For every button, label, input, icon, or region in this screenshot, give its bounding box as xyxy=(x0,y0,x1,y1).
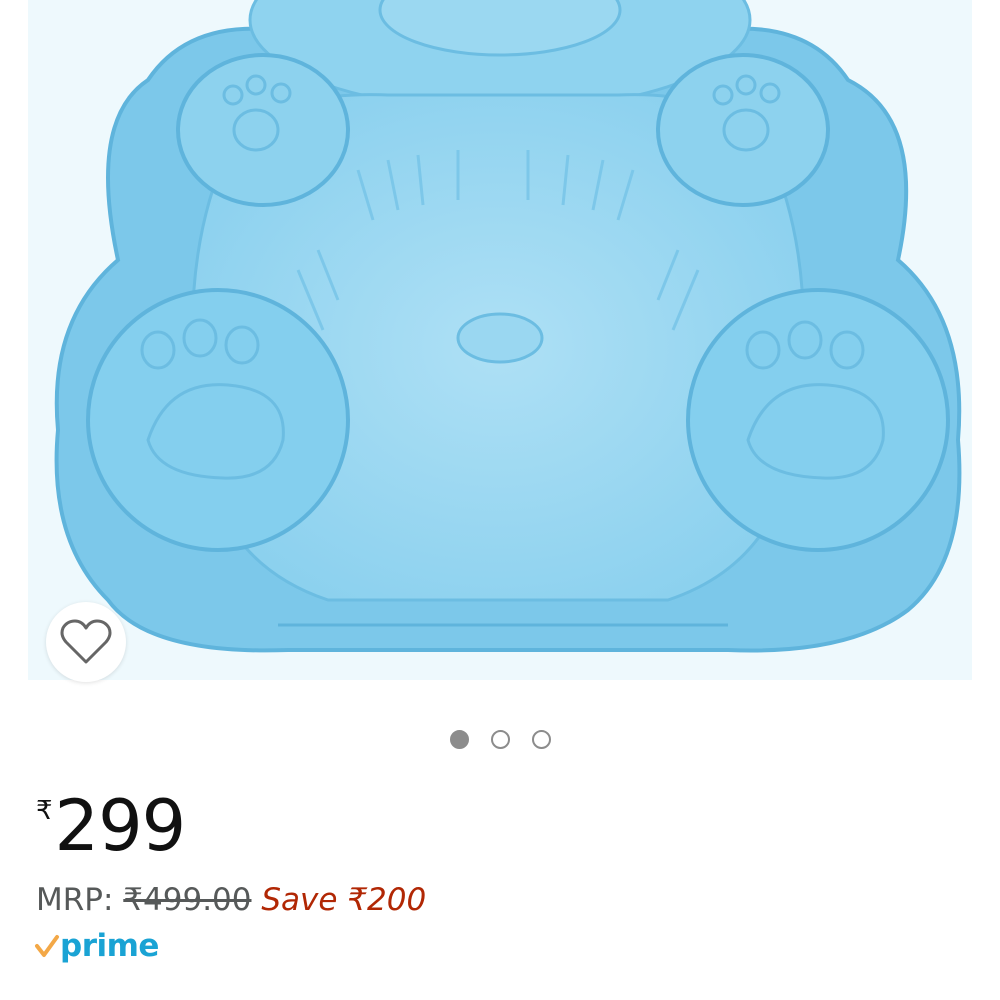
price: ₹ 299 xyxy=(36,785,187,867)
prime-check-icon xyxy=(35,935,59,957)
mrp-label: MRP: xyxy=(36,882,114,918)
wishlist-button[interactable] xyxy=(46,602,126,682)
mrp-row: MRP: ₹499.00 Save ₹200 xyxy=(36,880,426,920)
mrp-value: ₹499.00 xyxy=(123,882,252,918)
product-image[interactable] xyxy=(28,0,972,680)
heart-outline-icon xyxy=(60,619,112,664)
product-detail-page: ₹ 299 MRP: ₹499.00 Save ₹200 prime xyxy=(0,0,1000,1000)
prime-badge: prime xyxy=(34,924,159,968)
price-amount: 299 xyxy=(54,785,187,867)
prime-label: prime xyxy=(60,928,159,964)
carousel-dot-1[interactable] xyxy=(449,730,469,749)
carousel-dot-2[interactable] xyxy=(490,730,510,749)
image-carousel-indicator xyxy=(0,730,1000,754)
savings-text: Save ₹200 xyxy=(261,882,427,918)
teddy-bear-mould-image xyxy=(54,0,962,653)
carousel-dot-3[interactable] xyxy=(531,730,551,749)
currency-symbol: ₹ xyxy=(36,796,53,826)
